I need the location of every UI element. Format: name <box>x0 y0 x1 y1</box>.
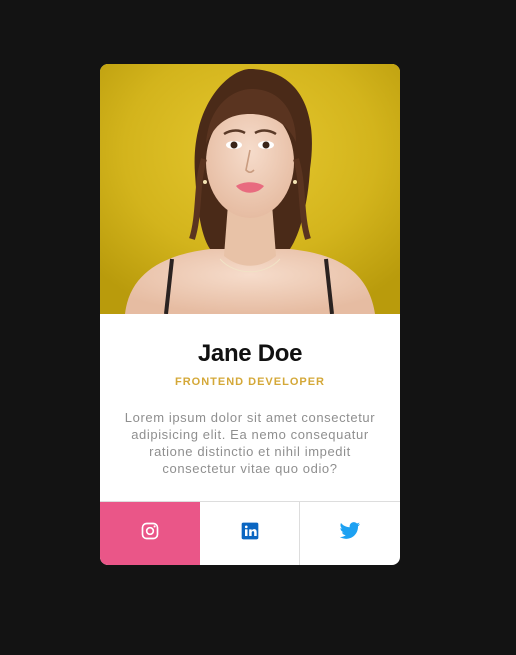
profile-card: Jane Doe FRONTEND DEVELOPER Lorem ipsum … <box>100 64 400 565</box>
linkedin-button[interactable] <box>200 502 301 565</box>
twitter-icon <box>339 521 361 546</box>
instagram-button[interactable] <box>100 502 200 565</box>
twitter-button[interactable] <box>300 502 400 565</box>
instagram-icon <box>140 521 160 546</box>
profile-name: Jane Doe <box>197 340 303 367</box>
profile-bio: Lorem ipsum dolor sit amet consectetur a… <box>124 410 376 476</box>
profile-role: FRONTEND DEVELOPER <box>174 376 325 388</box>
linkedin-icon <box>240 521 260 546</box>
social-links <box>100 501 400 565</box>
profile-photo <box>100 64 400 314</box>
